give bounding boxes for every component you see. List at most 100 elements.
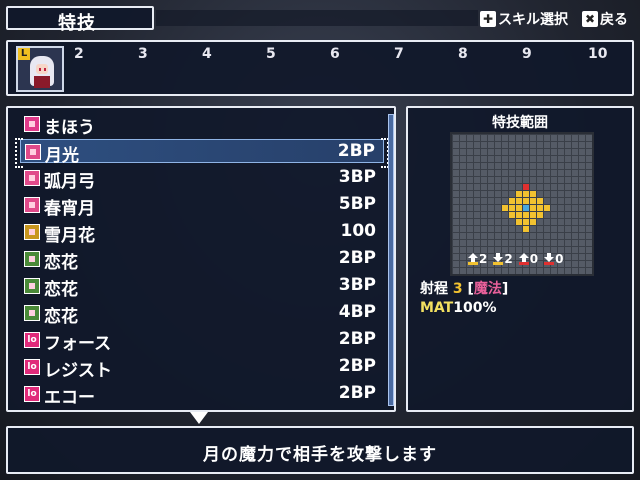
lo-skill-icon: lo bbox=[24, 386, 40, 402]
range-cell bbox=[523, 226, 529, 232]
flower-skill-icon bbox=[24, 224, 40, 240]
range-type: 魔法 bbox=[473, 281, 502, 297]
back-hint[interactable]: ✖ 戻る bbox=[582, 9, 628, 29]
skill-row[interactable]: 月光 2BP bbox=[15, 138, 389, 168]
range-stats: 2 2 0 0 bbox=[468, 250, 578, 268]
range-cell bbox=[523, 198, 529, 204]
party-slot-10[interactable]: 10 bbox=[588, 46, 607, 62]
character-portrait bbox=[30, 56, 54, 88]
mat-info: MAT100% bbox=[420, 300, 497, 316]
skill-cost: 5BP bbox=[338, 194, 376, 214]
stat-value: 2 bbox=[479, 252, 488, 266]
party-slot-6[interactable]: 6 bbox=[330, 46, 340, 62]
down-arrow-yellow-icon bbox=[493, 253, 504, 265]
up-arrow-red-icon bbox=[518, 253, 529, 265]
skill-cost: 3BP bbox=[338, 167, 376, 187]
title-box: 特技 bbox=[6, 6, 154, 34]
party-slot-8[interactable]: 8 bbox=[458, 46, 468, 62]
page-title: 特技 bbox=[58, 13, 96, 34]
scrollbar[interactable] bbox=[386, 108, 394, 410]
range-cell bbox=[537, 212, 543, 218]
stat-down-yellow: 2 bbox=[493, 252, 513, 266]
leaf-skill-icon bbox=[24, 278, 40, 294]
party-bar: L 2 3 4 5 6 7 8 9 10 bbox=[6, 40, 634, 96]
range-cell bbox=[502, 205, 508, 211]
range-center-cell bbox=[523, 205, 529, 211]
range-cell bbox=[523, 212, 529, 218]
party-slot-5[interactable]: 5 bbox=[266, 46, 276, 62]
skill-select-hint[interactable]: ✚ スキル選択 bbox=[480, 9, 568, 29]
skill-row[interactable]: 恋花 3BP bbox=[20, 274, 384, 300]
range-cell bbox=[530, 198, 536, 204]
skill-name: エコー bbox=[44, 388, 95, 408]
range-cell bbox=[516, 191, 522, 197]
range-cell bbox=[537, 205, 543, 211]
moon-skill-icon bbox=[24, 170, 40, 186]
skill-name: 恋花 bbox=[44, 253, 78, 273]
range-label: 射程 bbox=[420, 281, 448, 297]
skill-select-label: スキル選択 bbox=[498, 12, 568, 28]
range-value: 3 bbox=[452, 281, 463, 297]
skill-name: 春宵月 bbox=[44, 199, 95, 219]
stat-down-red: 0 bbox=[544, 252, 563, 266]
range-origin-cell bbox=[523, 184, 529, 190]
skill-name: 恋花 bbox=[44, 307, 78, 327]
range-cell bbox=[523, 219, 529, 225]
leaf-skill-icon bbox=[24, 251, 40, 267]
party-slot-9[interactable]: 9 bbox=[522, 46, 532, 62]
skill-row[interactable]: 春宵月 5BP bbox=[20, 193, 384, 219]
party-slot-2[interactable]: 2 bbox=[74, 46, 84, 62]
skill-cost: 2BP bbox=[338, 356, 376, 376]
skill-row[interactable]: lo エコー 2BP bbox=[20, 382, 384, 408]
dpad-icon: ✚ bbox=[480, 11, 496, 27]
skill-name: 月光 bbox=[45, 146, 79, 166]
range-cell bbox=[509, 212, 515, 218]
range-cell bbox=[516, 212, 522, 218]
skill-row[interactable]: lo フォース 2BP bbox=[20, 328, 384, 354]
range-cell bbox=[516, 219, 522, 225]
leaf-skill-icon bbox=[24, 305, 40, 321]
leader-badge: L bbox=[18, 48, 30, 60]
x-button-icon: ✖ bbox=[582, 11, 598, 27]
range-cell bbox=[530, 219, 536, 225]
range-title: 特技範囲 bbox=[492, 115, 548, 131]
party-slot-3[interactable]: 3 bbox=[138, 46, 148, 62]
skill-category-header[interactable]: まほう bbox=[20, 112, 384, 138]
range-bracket-close: ] bbox=[501, 281, 509, 297]
skill-cost: 2BP bbox=[338, 329, 376, 349]
skill-row[interactable]: lo レジスト 2BP bbox=[20, 355, 384, 381]
lo-skill-icon: lo bbox=[24, 359, 40, 375]
skill-row[interactable]: 雪月花 100 bbox=[20, 220, 384, 246]
stat-up-red: 0 bbox=[518, 252, 538, 266]
back-label: 戻る bbox=[600, 12, 628, 28]
stat-up-yellow: 2 bbox=[468, 252, 487, 266]
down-arrow-red-icon bbox=[544, 253, 555, 265]
range-cell bbox=[530, 212, 536, 218]
skill-cost: 2BP bbox=[337, 141, 375, 161]
range-panel: 特技範囲 2 2 0 0 射程 3 [魔法] MAT100% bbox=[406, 106, 634, 412]
range-cell bbox=[544, 205, 550, 211]
skill-row[interactable]: 恋花 2BP bbox=[20, 247, 384, 273]
stat-value: 0 bbox=[555, 252, 564, 266]
party-slot-4[interactable]: 4 bbox=[202, 46, 212, 62]
skill-name: 弧月弓 bbox=[44, 172, 95, 192]
mat-value: 100% bbox=[453, 300, 497, 316]
skill-row[interactable]: 弧月弓 3BP bbox=[20, 166, 384, 192]
title-strip bbox=[156, 10, 478, 26]
skill-cost: 4BP bbox=[338, 302, 376, 322]
moon-skill-icon bbox=[25, 144, 41, 160]
stat-value: 2 bbox=[504, 252, 513, 266]
lo-skill-icon: lo bbox=[24, 332, 40, 348]
skill-cost: 100 bbox=[340, 221, 377, 241]
skill-name: まほう bbox=[44, 118, 95, 138]
range-cell bbox=[509, 198, 515, 204]
range-info: 射程 3 [魔法] bbox=[420, 278, 508, 298]
range-cell bbox=[516, 205, 522, 211]
skill-name: 雪月花 bbox=[44, 226, 95, 246]
moon-skill-icon bbox=[24, 197, 40, 213]
range-cell bbox=[530, 191, 536, 197]
party-slot-7[interactable]: 7 bbox=[394, 46, 404, 62]
skill-row[interactable]: 恋花 4BP bbox=[20, 301, 384, 327]
up-arrow-yellow-icon bbox=[468, 253, 478, 265]
party-slot-active[interactable]: L bbox=[16, 46, 64, 92]
